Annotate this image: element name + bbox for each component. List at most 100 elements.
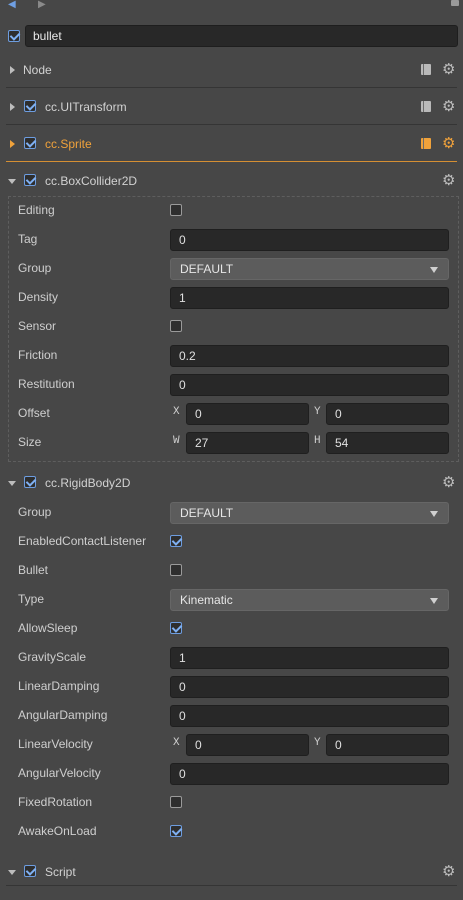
property-row-enabled-contact-listener: EnabledContactListener (0, 527, 463, 556)
offset-y-input[interactable]: 0 (326, 403, 449, 425)
collapse-arrow-icon[interactable] (8, 179, 16, 184)
book-icon[interactable] (421, 138, 431, 149)
dropdown-caret-icon (430, 598, 438, 604)
gear-icon[interactable]: ⚙ (442, 99, 455, 114)
angular-velocity-input[interactable]: 0 (170, 763, 449, 785)
book-icon[interactable] (421, 101, 431, 112)
component-enabled-checkbox[interactable] (24, 100, 36, 112)
property-label: Group (18, 261, 52, 275)
enabled-contact-listener-checkbox[interactable] (170, 535, 182, 547)
axis-label: X (173, 406, 180, 418)
property-row-tag: Tag 0 (0, 225, 463, 254)
sprite-component-header[interactable]: cc.Sprite ⚙ (0, 126, 463, 162)
property-label: AngularVelocity (18, 766, 101, 780)
gear-icon[interactable]: ⚙ (442, 136, 455, 151)
divider (6, 87, 457, 88)
linear-damping-input[interactable]: 0 (170, 676, 449, 698)
editing-checkbox[interactable] (170, 204, 182, 216)
component-enabled-checkbox[interactable] (24, 476, 36, 488)
node-component-header[interactable]: Node ⚙ (0, 52, 463, 88)
expand-arrow-icon[interactable] (10, 103, 15, 111)
property-row-size: Size W 27 H 54 (0, 428, 463, 457)
bullet-checkbox[interactable] (170, 564, 182, 576)
collapse-arrow-icon[interactable] (8, 481, 16, 486)
axis-label: H (314, 435, 321, 447)
expand-arrow-icon[interactable] (10, 66, 15, 74)
property-row-angular-damping: AngularDamping 0 (0, 701, 463, 730)
select-value: DEFAULT (180, 262, 234, 276)
component-title: Script (45, 865, 76, 879)
property-label: Restitution (18, 377, 75, 391)
allow-sleep-checkbox[interactable] (170, 622, 182, 634)
rigidbody-component-header[interactable]: cc.RigidBody2D ⚙ (0, 465, 463, 501)
gear-icon[interactable]: ⚙ (442, 864, 455, 879)
lock-icon[interactable] (451, 0, 459, 6)
gear-icon[interactable]: ⚙ (442, 62, 455, 77)
type-select[interactable]: Kinematic (170, 589, 449, 611)
select-value: Kinematic (180, 593, 233, 607)
dropdown-caret-icon (430, 511, 438, 517)
property-label: Size (18, 435, 42, 449)
property-row-group: Group DEFAULT (0, 254, 463, 283)
friction-input[interactable]: 0.2 (170, 345, 449, 367)
divider (6, 124, 457, 125)
linear-velocity-x-input[interactable]: 0 (186, 734, 309, 756)
component-title: cc.UITransform (45, 100, 127, 114)
select-value: DEFAULT (180, 506, 234, 520)
top-toolbar: ◀ ▶ (0, 0, 463, 12)
axis-label: W (173, 435, 180, 447)
component-enabled-checkbox[interactable] (24, 137, 36, 149)
property-row-bullet: Bullet (0, 556, 463, 585)
property-label: AwakeOnLoad (18, 824, 97, 838)
axis-label: X (173, 737, 180, 749)
boxcollider-component-header[interactable]: cc.BoxCollider2D ⚙ (0, 163, 463, 199)
property-label: Tag (18, 232, 38, 246)
property-row-restitution: Restitution 0 (0, 370, 463, 399)
awake-on-load-checkbox[interactable] (170, 825, 182, 837)
back-arrow-icon[interactable]: ◀ (8, 0, 16, 10)
component-title: cc.Sprite (45, 137, 92, 151)
linear-velocity-y-input[interactable]: 0 (326, 734, 449, 756)
property-label: EnabledContactListener (18, 534, 147, 548)
component-title: Node (23, 63, 52, 77)
sensor-checkbox[interactable] (170, 320, 182, 332)
property-row-friction: Friction 0.2 (0, 341, 463, 370)
gear-icon[interactable]: ⚙ (442, 173, 455, 188)
collapse-arrow-icon[interactable] (8, 870, 16, 875)
size-height-input[interactable]: 54 (326, 432, 449, 454)
gear-icon[interactable]: ⚙ (442, 475, 455, 490)
density-input[interactable]: 1 (170, 287, 449, 309)
property-label: Friction (18, 348, 58, 362)
property-row-group: Group DEFAULT (0, 498, 463, 527)
property-row-linear-velocity: LinearVelocity X 0 Y 0 (0, 730, 463, 759)
size-width-input[interactable]: 27 (186, 432, 309, 454)
property-label: Bullet (18, 563, 49, 577)
offset-x-input[interactable]: 0 (186, 403, 309, 425)
property-label: AngularDamping (18, 708, 108, 722)
property-row-gravity-scale: GravityScale 1 (0, 643, 463, 672)
axis-label: Y (314, 406, 321, 418)
group-select[interactable]: DEFAULT (170, 502, 449, 524)
component-enabled-checkbox[interactable] (24, 865, 36, 877)
gravity-scale-input[interactable]: 1 (170, 647, 449, 669)
property-label: Offset (18, 406, 50, 420)
uitransform-component-header[interactable]: cc.UITransform ⚙ (0, 89, 463, 125)
fixed-rotation-checkbox[interactable] (170, 796, 182, 808)
angular-damping-input[interactable]: 0 (170, 705, 449, 727)
node-name-input[interactable]: bullet (25, 25, 458, 47)
dropdown-caret-icon (430, 267, 438, 273)
restitution-input[interactable]: 0 (170, 374, 449, 396)
property-row-type: Type Kinematic (0, 585, 463, 614)
book-icon[interactable] (421, 64, 431, 75)
forward-arrow-icon[interactable]: ▶ (38, 0, 46, 10)
property-label: Editing (18, 203, 55, 217)
component-enabled-checkbox[interactable] (24, 174, 36, 186)
expand-arrow-icon[interactable] (10, 140, 15, 148)
tag-input[interactable]: 0 (170, 229, 449, 251)
property-row-density: Density 1 (0, 283, 463, 312)
component-title: cc.BoxCollider2D (45, 174, 138, 188)
property-row-linear-damping: LinearDamping 0 (0, 672, 463, 701)
group-select[interactable]: DEFAULT (170, 258, 449, 280)
property-row-fixed-rotation: FixedRotation (0, 788, 463, 817)
node-active-checkbox[interactable] (8, 30, 20, 42)
